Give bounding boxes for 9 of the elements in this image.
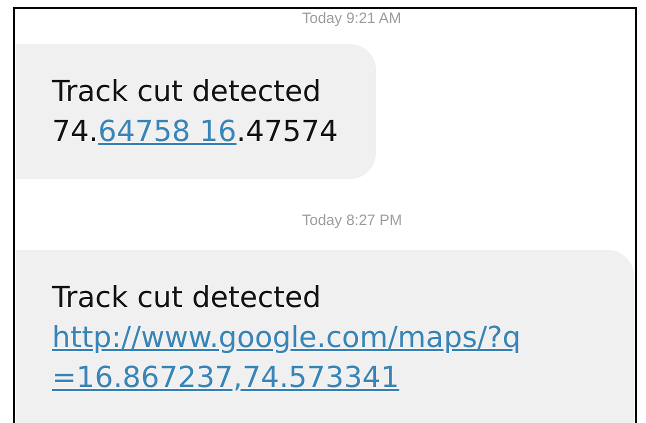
timestamp: Today 9:21 AM: [302, 10, 402, 28]
timestamp: Today 8:27 PM: [302, 212, 402, 230]
message-text: 74.: [52, 114, 98, 148]
link[interactable]: http://www.google.com/maps/?q: [52, 320, 521, 354]
message-text: Track cut detected: [52, 74, 322, 108]
message-text: Track cut detected: [52, 280, 322, 314]
link[interactable]: 64758 16: [98, 114, 236, 148]
link[interactable]: =16.867237,74.573341: [52, 360, 400, 394]
message-text: .47574: [236, 114, 338, 148]
